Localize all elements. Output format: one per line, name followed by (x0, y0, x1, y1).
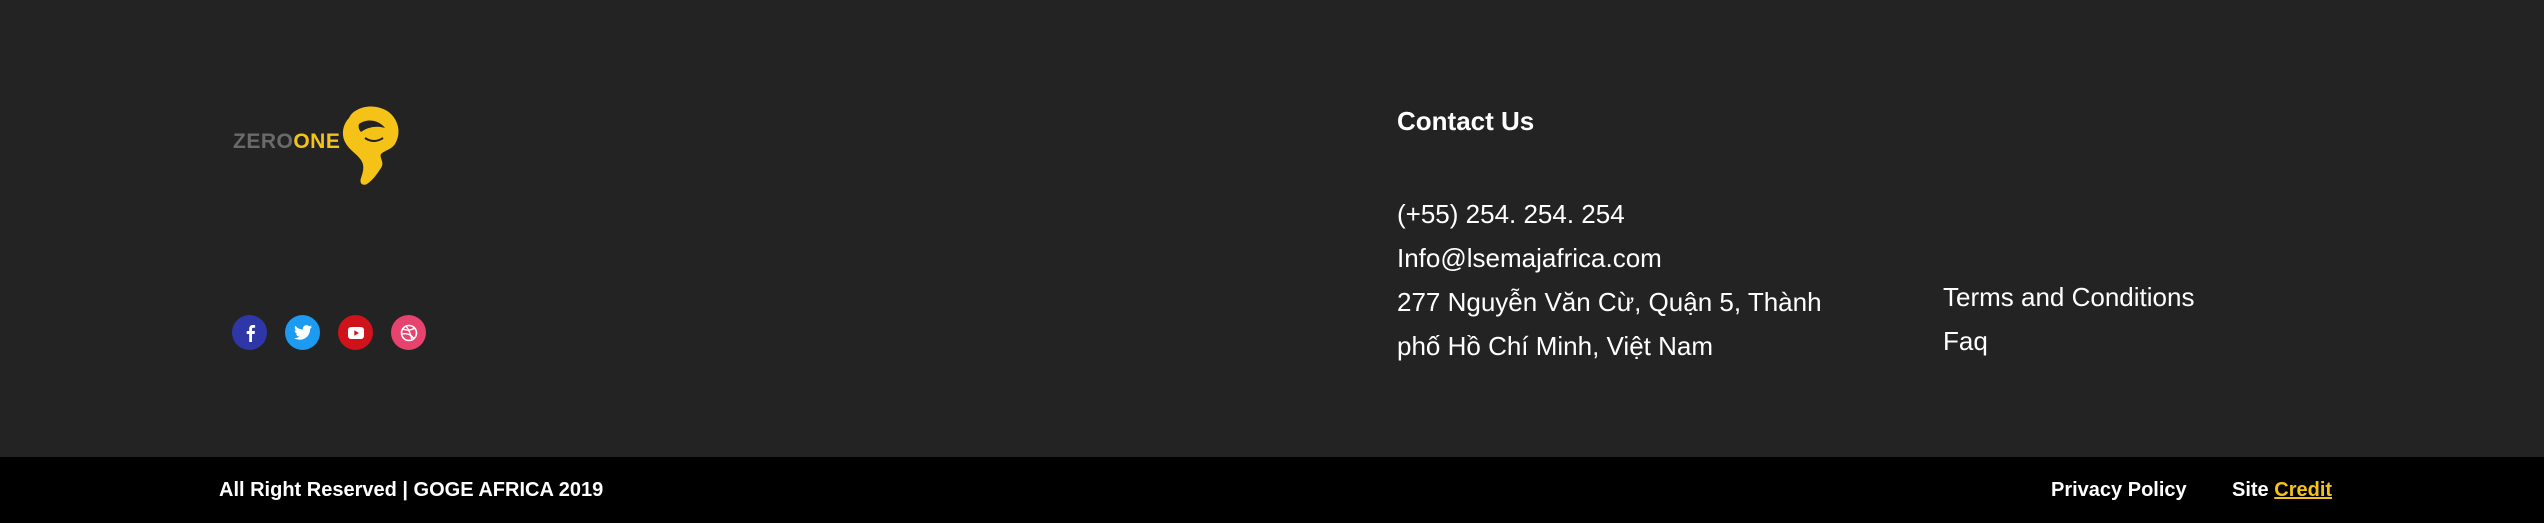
privacy-policy-link[interactable]: Privacy Policy (2051, 477, 2187, 503)
site-label: Site (2232, 479, 2269, 501)
site-credit: Site Credit (2232, 477, 2332, 503)
footer-main: ZEROONE Contact Us (+55) 254. 254. 254 I… (0, 0, 2544, 457)
logo-text: ZEROONE (233, 131, 340, 152)
social-links (232, 315, 426, 350)
page-bottom-edge (0, 523, 2544, 527)
logo[interactable]: ZEROONE (233, 100, 423, 190)
contact-email[interactable]: Info@lsemajafrica.com (1397, 236, 1827, 280)
contact-address-line1: 277 Nguyễn Văn Cừ, Quận 5, Thành (1397, 287, 1822, 317)
contact-info: (+55) 254. 254. 254 Info@lsemajafrica.co… (1397, 192, 1827, 368)
facebook-icon (246, 324, 255, 342)
dribbble-icon (400, 324, 417, 341)
africa-head-icon (342, 106, 399, 185)
logo-one: ONE (293, 130, 341, 153)
contact-address-line2: phố Hồ Chí Minh, Việt Nam (1397, 331, 1713, 361)
twitter-icon (293, 325, 312, 340)
youtube-button[interactable] (338, 315, 373, 350)
youtube-icon (347, 326, 364, 339)
faq-link[interactable]: Faq (1943, 319, 2194, 363)
bottom-bar: All Right Reserved | GOGE AFRICA 2019 Pr… (0, 457, 2544, 523)
logo-zero: ZERO (233, 130, 294, 153)
credit-link[interactable]: Credit (2274, 479, 2332, 501)
twitter-button[interactable] (285, 315, 320, 350)
footer-links: Terms and Conditions Faq (1943, 275, 2194, 363)
terms-link[interactable]: Terms and Conditions (1943, 275, 2194, 319)
copyright-text: All Right Reserved | GOGE AFRICA 2019 (219, 479, 604, 501)
dribbble-button[interactable] (391, 315, 426, 350)
contact-title: Contact Us (1397, 106, 1535, 136)
facebook-button[interactable] (232, 315, 267, 350)
contact-phone[interactable]: (+55) 254. 254. 254 (1397, 192, 1827, 236)
